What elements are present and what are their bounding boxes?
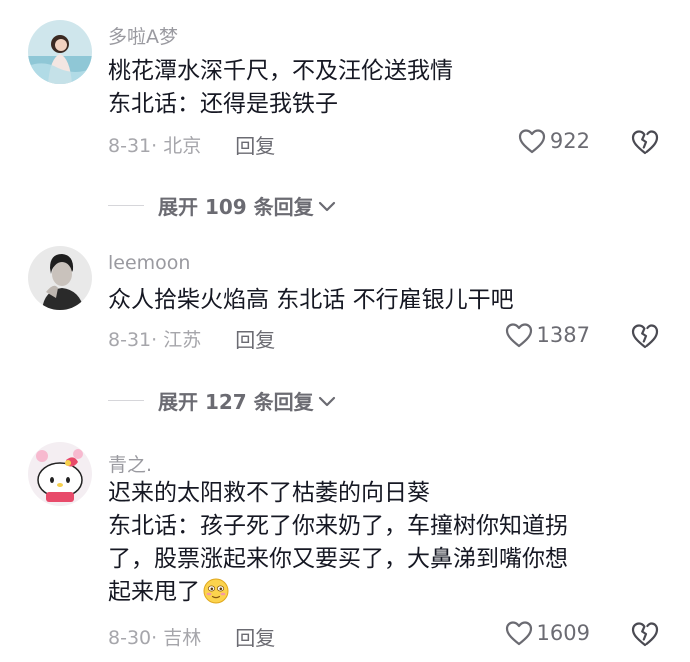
comment-item: leemoon 众人拾柴火焰高 东北话 不行雇银儿干吧 8-31· 江苏 回复 … [0,230,690,430]
like-button[interactable]: 1387 [505,322,590,348]
reply-button[interactable]: 回复 [235,130,275,159]
broken-heart-icon [631,622,659,647]
comment-meta: 8-31· 江苏 回复 [108,324,275,353]
like-count: 922 [549,129,590,153]
chevron-down-icon [318,201,335,211]
comment-item: 青之. 迟来的太阳救不了枯萎的向日葵 东北话：孩子死了你来奶了，车撞树你知道拐 … [0,430,690,662]
username[interactable]: leemoon [108,252,190,274]
expand-label: 展开 127 条回复 [158,390,314,414]
divider-line [108,205,144,206]
username[interactable]: 青之. [108,450,152,477]
divider-line [108,400,144,401]
dislike-button[interactable] [630,620,660,652]
like-count: 1609 [536,621,590,645]
avatar[interactable] [28,442,92,506]
expand-replies-button[interactable]: 展开 109 条回复 [108,191,336,220]
comment-line: 东北话：孩子死了你来奶了，车撞树你知道拐 [108,513,568,539]
comment-line: 起来甩了 [108,579,200,605]
username[interactable]: 多啦A梦 [108,22,178,49]
comment-text: 众人拾柴火焰高 东北话 不行雇银儿干吧 [108,284,668,317]
comment-line: 了，股票涨起来你又要买了，大鼻涕到嘴你想 [108,546,568,572]
like-button[interactable]: 922 [518,128,590,154]
blushing-smile-emoji [203,578,229,604]
comment-line: 众人拾柴火焰高 东北话 不行雇银儿干吧 [108,287,514,313]
date-location: 8-31· 江苏 [108,329,202,351]
broken-heart-icon [631,324,659,349]
comment-line-last: 起来甩了 [108,576,668,609]
comment-meta: 8-30· 吉林 回复 [108,622,275,651]
broken-heart-icon [631,130,659,155]
like-button[interactable]: 1609 [505,620,590,646]
comment-line: 桃花潭水深千尺，不及汪伦送我情 [108,58,453,84]
comment-text: 桃花潭水深千尺，不及汪伦送我情 东北话：还得是我铁子 [108,55,668,121]
dislike-button[interactable] [630,128,660,160]
like-count: 1387 [536,323,590,347]
avatar[interactable] [28,20,92,84]
heart-outline-icon [505,621,532,646]
heart-outline-icon [505,323,532,348]
comment-text: 迟来的太阳救不了枯萎的向日葵 东北话：孩子死了你来奶了，车撞树你知道拐 了，股票… [108,477,668,609]
chevron-down-icon [318,396,335,406]
comment-line: 东北话：还得是我铁子 [108,91,338,117]
avatar[interactable] [28,246,92,310]
comment-meta: 8-31· 北京 回复 [108,130,275,159]
comment-item: 多啦A梦 桃花潭水深千尺，不及汪伦送我情 东北话：还得是我铁子 8-31· 北京… [0,0,690,230]
heart-outline-icon [518,129,546,154]
reply-button[interactable]: 回复 [235,622,275,651]
date-location: 8-30· 吉林 [108,627,202,649]
comment-line: 迟来的太阳救不了枯萎的向日葵 [108,480,430,506]
expand-replies-button[interactable]: 展开 127 条回复 [108,386,336,415]
dislike-button[interactable] [630,322,660,354]
date-location: 8-31· 北京 [108,135,202,157]
reply-button[interactable]: 回复 [235,324,275,353]
expand-label: 展开 109 条回复 [158,195,314,219]
